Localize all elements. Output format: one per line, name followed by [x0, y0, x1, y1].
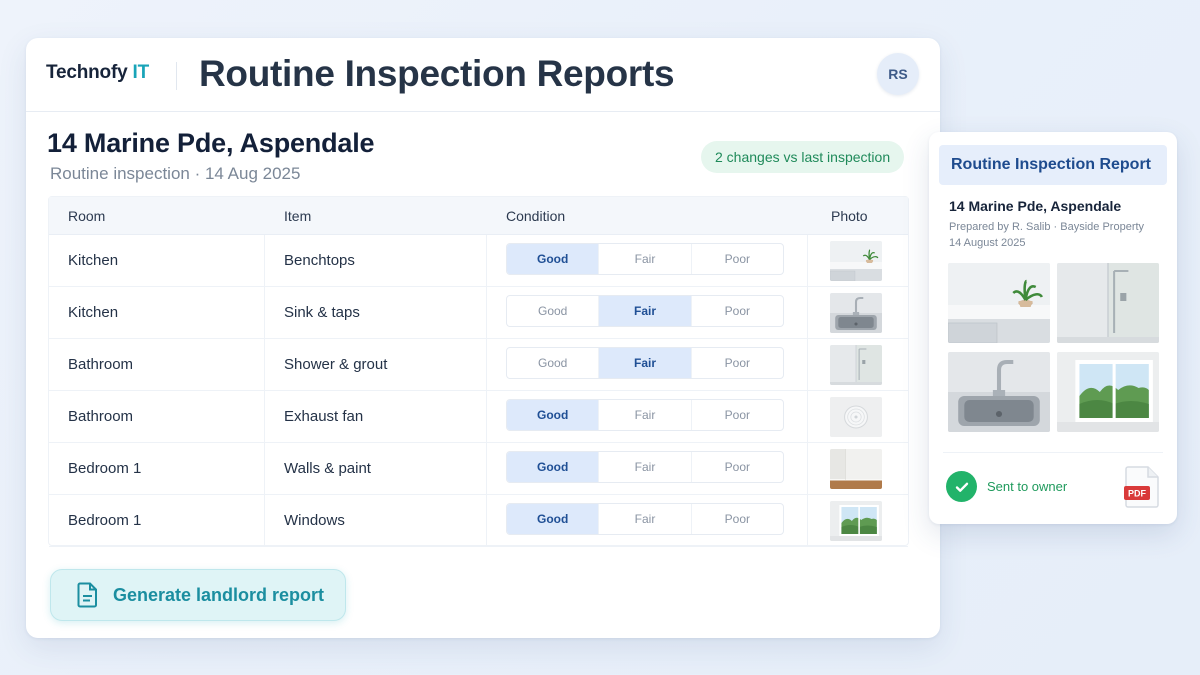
item-cell: Windows	[284, 512, 345, 529]
condition-option-poor[interactable]: Poor	[692, 400, 783, 430]
table-row[interactable]: Kitchen Benchtops Good Fair Poor	[49, 235, 908, 287]
walls-photo[interactable]	[830, 449, 882, 489]
condition-selector: Good Fair Poor	[506, 503, 784, 535]
condition-option-fair[interactable]: Fair	[599, 452, 692, 482]
condition-option-fair[interactable]: Fair	[599, 504, 692, 534]
table-row[interactable]: Kitchen Sink & taps Good Fair Poor	[49, 287, 908, 339]
inspection-reports-panel: Technofy IT Routine Inspection Reports R…	[26, 38, 940, 638]
inspection-subtitle: Routine inspection · 14 Aug 2025	[50, 164, 301, 183]
condition-option-poor[interactable]: Poor	[692, 504, 783, 534]
room-cell: Kitchen	[68, 304, 119, 321]
report-shower-photo	[1057, 263, 1159, 343]
condition-option-fair[interactable]: Fair	[599, 244, 692, 274]
report-benchtop-photo	[948, 263, 1050, 343]
room-cell: Bedroom 1	[68, 460, 142, 477]
document-icon	[77, 582, 97, 608]
user-avatar[interactable]: RS	[877, 53, 919, 95]
condition-option-fair[interactable]: Fair	[599, 296, 692, 326]
report-date: 14 August 2025	[949, 237, 1026, 249]
generate-report-label: Generate landlord report	[113, 584, 325, 605]
report-divider	[943, 452, 1163, 453]
sent-status: Sent to owner	[987, 479, 1068, 494]
table-row[interactable]: Bedroom 1 Walls & paint Good Fair Poor	[49, 443, 908, 495]
condition-option-poor[interactable]: Poor	[692, 244, 783, 274]
pdf-badge-text: PDF	[1128, 489, 1147, 499]
condition-option-good[interactable]: Good	[507, 348, 600, 378]
check-icon	[946, 471, 977, 502]
benchtop-photo[interactable]	[830, 241, 882, 281]
generate-landlord-report-button[interactable]: Generate landlord report	[50, 569, 346, 621]
room-cell: Bathroom	[68, 356, 134, 373]
item-cell: Sink & taps	[284, 304, 360, 321]
room-cell: Kitchen	[68, 252, 119, 269]
table-header: Room Item Condition Photo	[49, 197, 908, 235]
item-cell: Benchtops	[284, 252, 355, 269]
sink-photo[interactable]	[830, 293, 882, 333]
column-header-room: Room	[68, 208, 106, 224]
app-header: Technofy IT Routine Inspection Reports R…	[26, 38, 940, 112]
changes-badge[interactable]: 2 changes vs last inspection	[701, 141, 905, 173]
item-cell: Shower & grout	[284, 356, 388, 373]
property-address: 14 Marine Pde, Aspendale	[47, 128, 375, 158]
condition-selector: Good Fair Poor	[506, 347, 784, 379]
condition-option-poor[interactable]: Poor	[692, 296, 783, 326]
exhaust-fan-photo[interactable]	[830, 397, 882, 437]
table-row[interactable]: Bathroom Shower & grout Good Fair Poor	[49, 339, 908, 391]
condition-selector: Good Fair Poor	[506, 243, 784, 275]
room-cell: Bathroom	[68, 408, 134, 425]
condition-selector: Good Fair Poor	[506, 451, 784, 483]
condition-option-fair[interactable]: Fair	[599, 348, 692, 378]
condition-selector: Good Fair Poor	[506, 399, 784, 431]
column-header-photo: Photo	[831, 208, 868, 224]
report-prepared-by: Prepared by R. Salib · Bayside Property	[949, 221, 1145, 233]
item-cell: Exhaust fan	[284, 408, 364, 425]
header-divider	[176, 62, 177, 90]
report-window-photo	[1057, 352, 1159, 432]
condition-option-good[interactable]: Good	[507, 296, 600, 326]
condition-option-good[interactable]: Good	[507, 400, 600, 430]
condition-option-good[interactable]: Good	[507, 452, 600, 482]
room-cell: Bedroom 1	[68, 512, 142, 529]
report-sink-photo	[948, 352, 1050, 432]
window-photo[interactable]	[830, 501, 882, 541]
condition-option-good[interactable]: Good	[507, 244, 600, 274]
column-header-item: Item	[284, 208, 312, 224]
shower-photo[interactable]	[830, 345, 882, 385]
condition-option-poor[interactable]: Poor	[692, 348, 783, 378]
table-row[interactable]: Bathroom Exhaust fan Good Fair Poor	[49, 391, 908, 443]
condition-selector: Good Fair Poor	[506, 295, 784, 327]
page-title: Routine Inspection Reports	[199, 53, 675, 94]
report-address: 14 Marine Pde, Aspendale	[949, 198, 1122, 214]
pdf-file-icon[interactable]: PDF	[1124, 466, 1160, 508]
table-row[interactable]: Bedroom 1 Windows Good Fair Poor	[49, 495, 908, 547]
report-title: Routine Inspection Report	[939, 145, 1167, 185]
condition-option-good[interactable]: Good	[507, 504, 600, 534]
item-cell: Walls & paint	[284, 460, 371, 477]
column-header-condition: Condition	[506, 208, 566, 224]
condition-option-fair[interactable]: Fair	[599, 400, 692, 430]
brand-logo[interactable]: Technofy IT	[46, 62, 149, 84]
condition-option-poor[interactable]: Poor	[692, 452, 783, 482]
report-preview-card[interactable]: Routine Inspection Report 14 Marine Pde,…	[929, 132, 1177, 524]
inspection-table: Room Item Condition Photo Kitchen Benchto…	[48, 196, 909, 547]
